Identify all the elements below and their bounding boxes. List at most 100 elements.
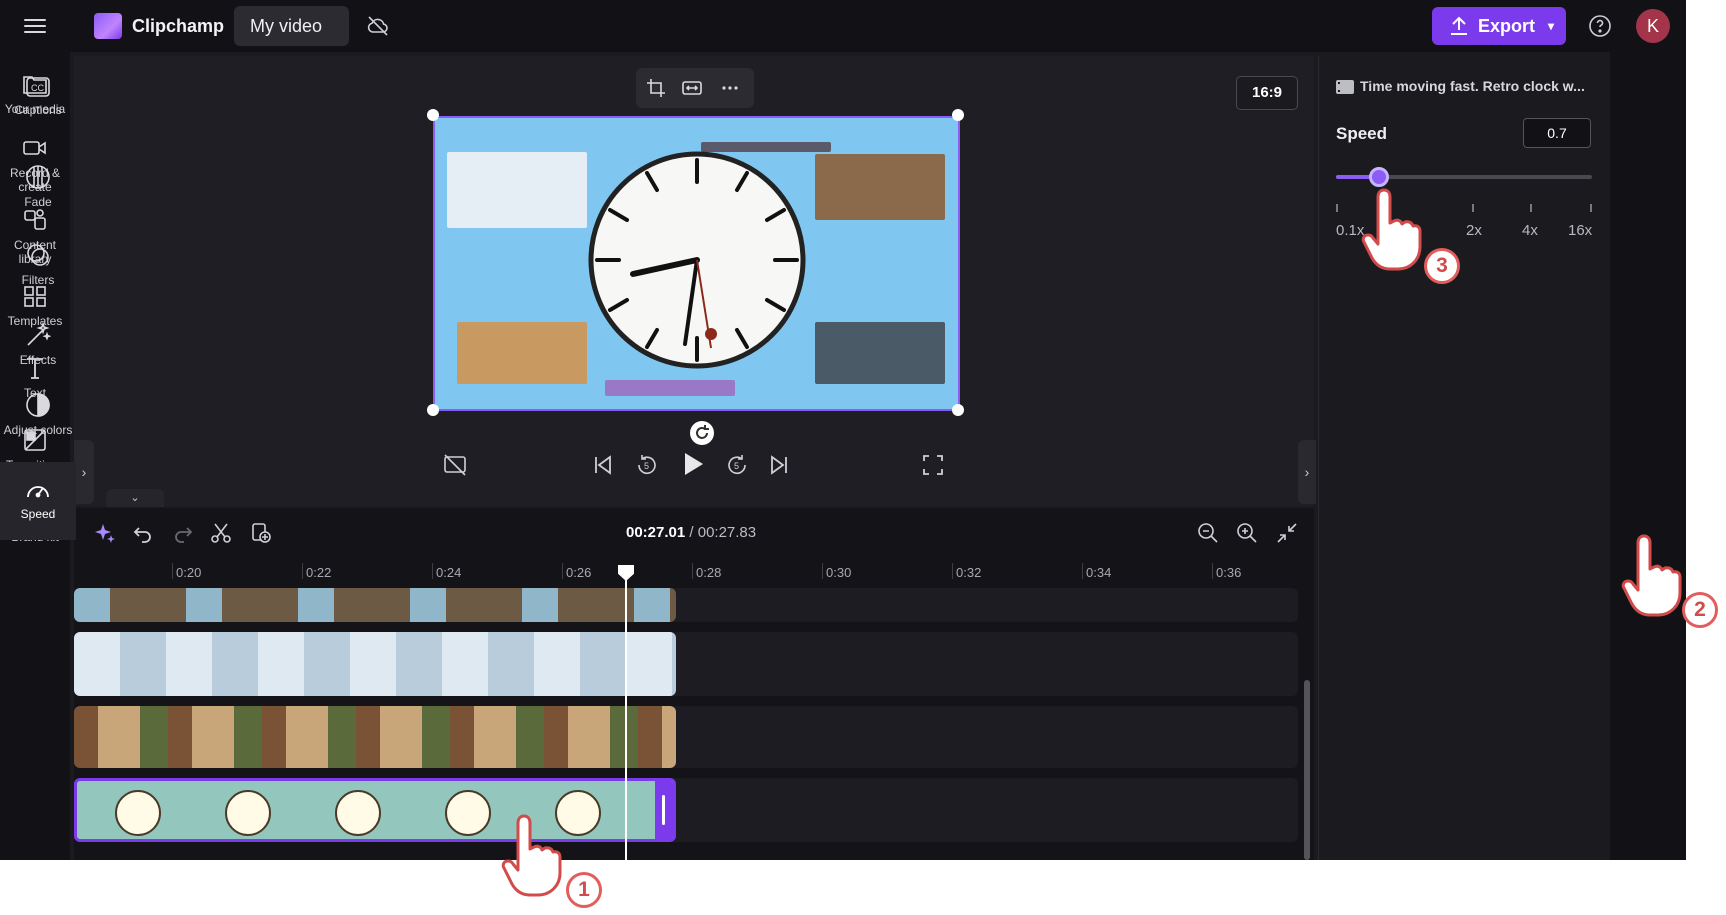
clip-trim-handle[interactable]: [655, 781, 673, 839]
magic-sparkle-icon[interactable]: [94, 522, 116, 544]
camera-icon: [23, 141, 46, 155]
ruler-tick: [692, 563, 693, 579]
tool-label: Captions: [14, 103, 62, 117]
forward-5-icon[interactable]: 5: [724, 452, 750, 478]
ruler-tick-label: 0:22: [306, 565, 332, 580]
project-title-field[interactable]: My video: [234, 6, 349, 46]
filters-icon: [27, 244, 49, 266]
photo-laptop-charts: [447, 152, 587, 228]
export-label: Export: [1478, 16, 1536, 36]
timeline-clip-retro-clock-selected[interactable]: [74, 778, 676, 842]
tool-label: Filters: [21, 273, 55, 287]
photo-purple-strip: [605, 380, 735, 396]
video-preview-frame[interactable]: [433, 116, 960, 411]
timeline-clip-laptop-charts[interactable]: [74, 632, 676, 696]
timeline-ruler[interactable]: [74, 558, 1314, 586]
resize-handle-bottom-right[interactable]: [952, 404, 964, 416]
resize-handle-bottom-left[interactable]: [427, 404, 439, 416]
play-icon[interactable]: [680, 450, 706, 478]
ruler-tick: [432, 563, 433, 579]
chevron-down-icon: ▾: [1547, 19, 1554, 33]
ruler-tick-label: 0:26: [566, 565, 592, 580]
tool-speed[interactable]: Speed: [0, 462, 76, 540]
clipchamp-logo: [94, 13, 122, 39]
speed-value-input[interactable]: 0.7: [1523, 118, 1591, 148]
ruler-tick: [302, 563, 303, 579]
step-badge-3: 3: [1424, 248, 1460, 284]
ruler-tick: [562, 563, 563, 579]
hamburger-menu-icon[interactable]: [22, 15, 48, 37]
collapse-timeline-button[interactable]: ⌄: [106, 489, 164, 507]
tool-adjust-colors[interactable]: Adjust colors: [0, 392, 76, 437]
tool-captions[interactable]: CC Captions: [0, 76, 76, 117]
crop-icon[interactable]: [646, 78, 666, 98]
skip-forward-icon[interactable]: [768, 454, 790, 476]
resize-handle-top-right[interactable]: [952, 109, 964, 121]
fullscreen-icon[interactable]: [922, 454, 944, 476]
undo-icon[interactable]: [132, 522, 154, 544]
fade-icon: [26, 165, 50, 189]
ruler-tick: [822, 563, 823, 579]
split-scissors-icon[interactable]: [210, 522, 232, 544]
ruler-tick: [1212, 563, 1213, 579]
tool-fade[interactable]: Fade: [0, 164, 76, 209]
scale-tick: [1530, 204, 1532, 212]
help-icon[interactable]: [1588, 14, 1612, 38]
step-badge-1: 1: [566, 872, 602, 908]
captions-icon: CC: [26, 77, 50, 97]
skip-back-icon[interactable]: [592, 454, 614, 476]
tool-label: Speed: [20, 507, 56, 521]
ruler-tick-label: 0:36: [1216, 565, 1242, 580]
photo-laptop-desk: [815, 154, 945, 220]
current-time: 00:27.01: [626, 524, 686, 541]
ruler-tick-label: 0:20: [176, 565, 202, 580]
speed-icon: [27, 486, 49, 498]
clock-thumbnail: [335, 790, 381, 836]
pointer-hand-icon: [501, 814, 562, 897]
zoom-out-icon[interactable]: [1197, 522, 1219, 544]
scale-tick: [1590, 204, 1592, 212]
tool-effects[interactable]: Effects: [0, 322, 76, 367]
add-to-timeline-icon[interactable]: [250, 522, 272, 544]
ruler-tick-label: 0:34: [1086, 565, 1112, 580]
rewind-5-icon[interactable]: 5: [634, 452, 660, 478]
more-options-icon[interactable]: [720, 78, 740, 98]
cloud-off-icon[interactable]: [366, 14, 390, 38]
redo-icon[interactable]: [172, 522, 194, 544]
fit-icon[interactable]: [682, 78, 702, 98]
expand-right-panel-button[interactable]: ›: [1298, 440, 1316, 504]
rotate-icon[interactable]: [690, 421, 714, 445]
total-time: / 00:27.83: [689, 524, 757, 541]
tool-label: Adjust colors: [3, 423, 73, 437]
export-button[interactable]: Export ▾: [1432, 7, 1566, 45]
ruler-tick: [172, 563, 173, 579]
video-clip-icon: [1336, 80, 1354, 94]
resize-handle-top-left[interactable]: [427, 109, 439, 121]
scale-label-16x: 16x: [1568, 222, 1593, 239]
clipchamp-app: Clipchamp My video Export ▾ K Your media…: [0, 0, 1686, 860]
user-avatar[interactable]: K: [1636, 9, 1670, 43]
timeline-clip-desk-video[interactable]: [74, 588, 676, 622]
library-icon: [24, 209, 46, 230]
scale-tick: [1336, 204, 1338, 212]
photo-typing: [815, 322, 945, 384]
timeline-clip-coffee-laptop[interactable]: [74, 706, 676, 768]
svg-text:CC: CC: [31, 83, 44, 93]
right-tools-bar: [1610, 52, 1686, 860]
fit-timeline-icon[interactable]: [1276, 522, 1298, 544]
preview-floating-toolbar: [636, 68, 754, 108]
scale-label-2x: 2x: [1466, 222, 1482, 239]
aspect-ratio-button[interactable]: 16:9: [1236, 76, 1298, 110]
tool-filters[interactable]: Filters: [0, 242, 76, 287]
timecode-display: 00:27.01 / 00:27.83: [626, 524, 756, 541]
hide-captions-icon[interactable]: [443, 454, 467, 476]
timeline-vertical-scrollbar[interactable]: [1304, 680, 1310, 860]
playhead-line: [625, 566, 627, 860]
scale-tick: [1472, 204, 1474, 212]
tool-label: Effects: [19, 353, 57, 367]
adjust-colors-icon: [26, 393, 50, 417]
expand-left-panel-button[interactable]: ›: [74, 440, 94, 504]
ruler-tick-label: 0:28: [696, 565, 722, 580]
zoom-in-icon[interactable]: [1236, 522, 1258, 544]
tool-label: Fade: [24, 195, 52, 209]
